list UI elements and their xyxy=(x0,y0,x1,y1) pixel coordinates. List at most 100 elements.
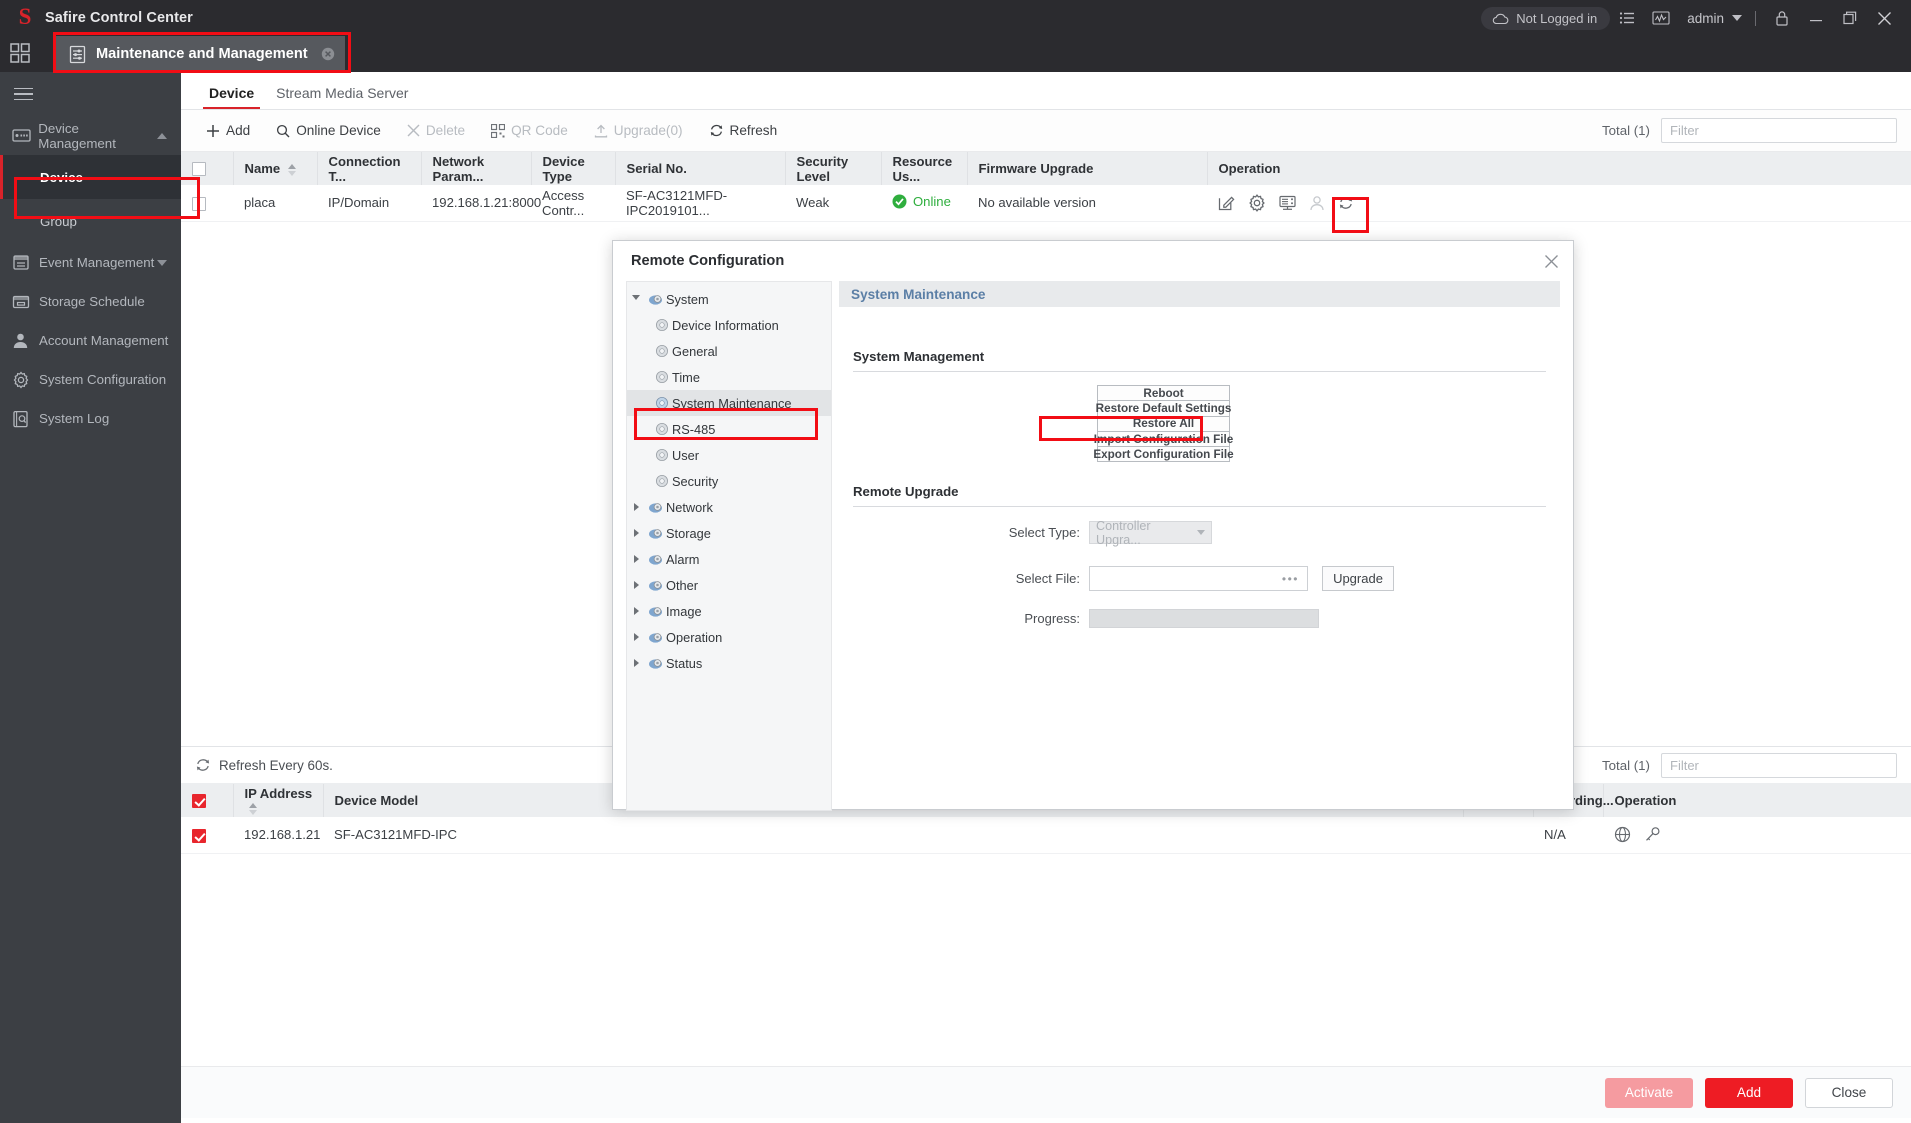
tree-item-system-maintenance[interactable]: System Maintenance xyxy=(627,390,831,416)
chevron-right-icon[interactable] xyxy=(627,581,645,589)
list-icon[interactable] xyxy=(1610,4,1644,32)
tree-item-label: Operation xyxy=(666,629,723,645)
tab-close-icon[interactable] xyxy=(321,47,335,61)
close-icon[interactable] xyxy=(1867,4,1901,32)
lock-icon[interactable] xyxy=(1765,4,1799,32)
chevron-down-icon[interactable] xyxy=(157,259,167,266)
tree-item-system[interactable]: System xyxy=(627,286,831,312)
column-header-device-type[interactable]: Device Type xyxy=(531,152,616,185)
login-status-button[interactable]: Not Logged in xyxy=(1481,6,1611,30)
restore-all-button[interactable]: Restore All xyxy=(1097,415,1230,432)
sidebar-item-account-management[interactable]: Account Management xyxy=(0,321,181,360)
add-button[interactable]: Add xyxy=(195,119,261,142)
cloud-icon xyxy=(1492,12,1509,25)
table-row[interactable]: placa IP/Domain 192.168.1.21:8000 Access… xyxy=(181,185,1911,222)
user-menu-label[interactable]: admin xyxy=(1678,11,1728,26)
tree-item-time[interactable]: Time xyxy=(627,364,831,390)
browse-icon[interactable]: ••• xyxy=(1282,572,1299,586)
activate-button[interactable]: Activate xyxy=(1605,1077,1693,1108)
select-file-input[interactable]: ••• xyxy=(1089,566,1308,592)
sidebar-item-device[interactable]: Device xyxy=(0,155,181,199)
tab-device[interactable]: Device xyxy=(199,85,266,109)
chevron-right-icon[interactable] xyxy=(627,633,645,641)
close-button[interactable]: Close xyxy=(1805,1077,1893,1108)
auto-refresh-button[interactable]: Refresh Every 60s. xyxy=(195,757,333,773)
chevron-right-icon[interactable] xyxy=(627,659,645,667)
sort-icon[interactable] xyxy=(248,803,257,816)
import-configuration-file-button[interactable]: Import Configuration File xyxy=(1094,430,1233,448)
tree-item-network[interactable]: Network xyxy=(627,494,831,520)
sort-icon[interactable] xyxy=(287,163,296,176)
maximize-icon[interactable] xyxy=(1833,4,1867,32)
select-file-row: Select File: ••• Upgrade xyxy=(839,566,1560,592)
hamburger-icon[interactable] xyxy=(0,72,181,116)
operation-gear-icon[interactable] xyxy=(1248,193,1266,212)
dialog-title: Remote Configuration xyxy=(631,253,785,269)
close-icon[interactable] xyxy=(1544,254,1559,269)
minimize-icon[interactable] xyxy=(1799,4,1833,32)
row-checkbox[interactable] xyxy=(192,828,206,843)
select-all-checkbox[interactable] xyxy=(192,794,206,809)
cell-connection-type: IP/Domain xyxy=(317,185,421,222)
online-device-button[interactable]: Online Device xyxy=(265,119,392,142)
tree-item-other[interactable]: Other xyxy=(627,572,831,598)
chevron-right-icon[interactable] xyxy=(627,529,645,537)
sidebar-item-event-management[interactable]: Event Management xyxy=(0,243,181,282)
tree-item-general[interactable]: General xyxy=(627,338,831,364)
column-header-security-level[interactable]: Security Level xyxy=(785,152,882,185)
sidebar-item-device-management[interactable]: Device Management xyxy=(0,116,181,155)
table-row[interactable]: 192.168.1.21 SF-AC3121MFD-IPC N/A xyxy=(181,817,1911,854)
restore-default-settings-button[interactable]: Restore Default Settings xyxy=(1096,400,1231,417)
chevron-right-icon[interactable] xyxy=(627,607,645,615)
column-header-firmware-upgrade[interactable]: Firmware Upgrade xyxy=(967,152,1208,185)
apps-grid-icon[interactable] xyxy=(9,42,33,66)
select-all-checkbox[interactable] xyxy=(192,162,206,177)
workspace-tab-strip: Maintenance and Management xyxy=(0,36,1911,72)
edit-icon[interactable] xyxy=(1218,194,1235,211)
upload-icon xyxy=(594,124,608,138)
refresh-icon[interactable] xyxy=(1338,195,1354,211)
tree-item-user[interactable]: User xyxy=(627,442,831,468)
select-all-header xyxy=(181,152,234,185)
progress-label: Progress: xyxy=(1024,611,1080,627)
online-filter-input[interactable] xyxy=(1661,752,1897,778)
tree-item-device-information[interactable]: Device Information xyxy=(627,312,831,338)
column-header-serial-no[interactable]: Serial No. xyxy=(615,152,786,185)
tree-item-operation[interactable]: Operation xyxy=(627,624,831,650)
export-configuration-file-button[interactable]: Export Configuration File xyxy=(1093,446,1234,463)
upgrade-button[interactable]: Upgrade xyxy=(1322,566,1394,592)
chevron-down-icon[interactable] xyxy=(1728,4,1746,32)
column-header-connection-type[interactable]: Connection T... xyxy=(317,152,422,185)
add-button[interactable]: Add xyxy=(1705,1077,1793,1108)
chevron-down-icon[interactable] xyxy=(627,294,645,304)
chevron-right-icon[interactable] xyxy=(627,555,645,563)
select-type-dropdown[interactable]: Controller Upgra... xyxy=(1089,519,1212,547)
sidebar-item-storage-schedule[interactable]: Storage Schedule xyxy=(0,282,181,321)
tab-maintenance-and-management[interactable]: Maintenance and Management xyxy=(56,36,345,72)
chevron-right-icon[interactable] xyxy=(627,503,645,511)
tree-item-storage[interactable]: Storage xyxy=(627,520,831,546)
tab-stream-media-server[interactable]: Stream Media Server xyxy=(266,85,420,109)
row-checkbox[interactable] xyxy=(192,196,206,211)
column-header-resource-usage[interactable]: Resource Us... xyxy=(881,152,968,185)
globe-icon[interactable] xyxy=(1614,826,1631,843)
tree-item-rs-485[interactable]: RS-485 xyxy=(627,416,831,442)
tree-item-status[interactable]: Status xyxy=(627,650,831,676)
reboot-button[interactable]: Reboot xyxy=(1097,385,1230,402)
search-input[interactable] xyxy=(1661,118,1897,143)
cell-operation xyxy=(1603,817,1911,854)
sidebar-item-system-log[interactable]: System Log xyxy=(0,399,181,438)
sidebar-item-system-configuration[interactable]: System Configuration xyxy=(0,360,181,399)
column-header-network-params[interactable]: Network Param... xyxy=(421,152,532,185)
key-icon[interactable] xyxy=(1644,826,1661,843)
refresh-button[interactable]: Refresh xyxy=(698,119,789,142)
chart-icon[interactable] xyxy=(1644,4,1678,32)
tree-item-security[interactable]: Security xyxy=(627,468,831,494)
column-header-name[interactable]: Name xyxy=(233,152,318,185)
tree-item-alarm[interactable]: Alarm xyxy=(627,546,831,572)
server-icon[interactable] xyxy=(1279,195,1296,211)
column-header-ip-address[interactable]: IP Address xyxy=(233,784,324,817)
sidebar-item-group[interactable]: Group xyxy=(0,199,181,243)
tree-item-image[interactable]: Image xyxy=(627,598,831,624)
chevron-up-icon[interactable] xyxy=(157,132,167,139)
